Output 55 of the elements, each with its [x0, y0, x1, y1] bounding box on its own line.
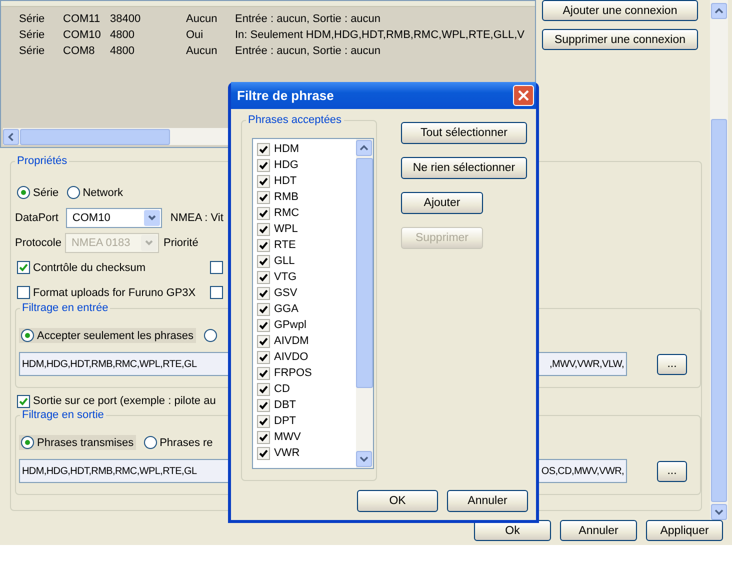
- sentence-label: HDG: [274, 159, 298, 171]
- checkbox-label: Contrtôle du checksum: [33, 262, 146, 274]
- checkbox-label: Format uploads for Furuno GP3X: [33, 286, 196, 298]
- table-cell-text: 4800: [110, 29, 136, 41]
- sentence-label: RTE: [274, 239, 296, 251]
- table-cell-text: COM11: [63, 13, 102, 25]
- field-label: Priorité: [163, 236, 198, 248]
- table-cell-text: Aucun: [186, 13, 218, 25]
- sentence-label: DBT: [274, 399, 296, 411]
- sentence-label: RMB: [274, 191, 298, 203]
- field-text: HDM,HDG,HDT,RMB,RMC,WPL,RTE,GL: [22, 466, 197, 476]
- table-cell-text: Oui: [186, 29, 204, 41]
- group-title: Propriétés: [15, 155, 70, 167]
- sentence-label: GPwpl: [274, 319, 306, 331]
- field-label: DataPort: [15, 212, 58, 224]
- sentence-label: GSV: [274, 287, 298, 299]
- table-cell-text: 4800: [110, 45, 136, 57]
- radio-label: Accepter seulement les phrases: [37, 330, 194, 342]
- sentence-label: VTG: [274, 271, 297, 283]
- field-text: HDM,HDG,HDT,RMB,RMC,WPL,RTE,GL: [22, 358, 197, 370]
- group-title: Filtrage en sortie: [20, 409, 106, 421]
- sentence-label: HDT: [274, 175, 297, 187]
- checkbox-label: Sortie sur ce port (exemple : pilote au: [33, 395, 216, 407]
- sentence-label: RMC: [274, 207, 300, 219]
- sentence-label: DPT: [274, 415, 296, 427]
- sentence-label: MWV: [274, 431, 301, 443]
- sentence-label: GGA: [274, 303, 298, 315]
- window-title: Filtre de phrase: [237, 88, 334, 103]
- table-cell-text: Série: [18, 45, 46, 57]
- sentence-label: CD: [274, 383, 290, 395]
- table-cell-text: Aucun: [186, 45, 218, 57]
- table-cell-text: Série: [18, 13, 46, 25]
- table-cell: In: Seulement HDM,HDG,HDT,RMB,RMC,WPL,RTE,GLL,V: [235, 29, 525, 41]
- radio-label: Phrases transmises: [37, 436, 134, 448]
- radio-label: Phrases re: [160, 436, 213, 448]
- group-title: Phrases acceptées: [246, 114, 344, 126]
- table-cell-text: Série: [18, 29, 46, 41]
- group-title: Filtrage en entrée: [20, 302, 110, 314]
- table-cell-text: 38400: [110, 13, 142, 25]
- table-cell: Entrée : aucun, Sortie : aucun: [235, 13, 381, 25]
- sentence-label: WPL: [274, 223, 298, 235]
- table-cell-text: COM10: [63, 29, 102, 41]
- table-cell: Entrée : aucun, Sortie : aucun: [235, 45, 381, 57]
- sentence-label: AIVDM: [274, 335, 309, 347]
- field-label: NMEA : Vit: [170, 212, 224, 224]
- sentence-label: FRPOS: [274, 367, 312, 379]
- table-cell-text: COM8: [63, 45, 96, 57]
- radio-label: Network: [82, 186, 124, 198]
- sentence-label: GLL: [274, 255, 295, 267]
- field-label: Protocole: [15, 236, 62, 248]
- field-text: ,MWV,VWR,VLW,: [550, 358, 624, 370]
- radio-label: Série: [33, 186, 59, 198]
- sentence-label: AIVDO: [274, 351, 308, 363]
- sentence-label: VWR: [274, 447, 300, 459]
- field-text: OS,CD,MWV,VWR,: [541, 466, 624, 476]
